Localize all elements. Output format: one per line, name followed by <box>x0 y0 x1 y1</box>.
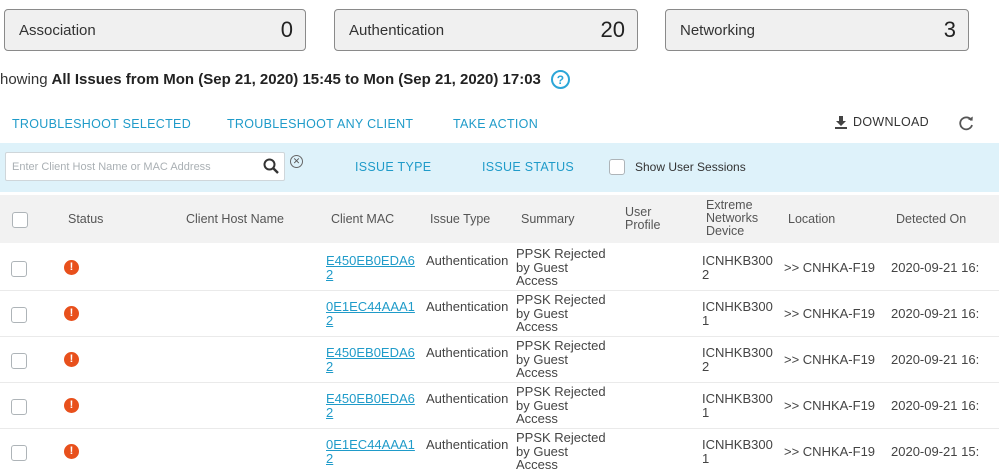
location: >> CNHKA-F19 <box>784 306 876 321</box>
take-action-button[interactable]: TAKE ACTION <box>453 117 538 131</box>
select-all-checkbox[interactable] <box>12 212 28 228</box>
summary: PPSK Rejected by Guest Access <box>516 384 606 426</box>
card-label: Association <box>19 21 96 39</box>
detected-on: 2020-09-21 16: <box>891 306 980 321</box>
col-location[interactable]: Location <box>788 213 835 226</box>
warning-icon: ! <box>64 260 79 275</box>
row-checkbox[interactable] <box>11 307 27 323</box>
show-sessions-label: Show User Sessions <box>635 160 746 174</box>
detected-on: 2020-09-21 16: <box>891 398 980 413</box>
time-range: howing All Issues from Mon (Sep 21, 2020… <box>0 70 570 89</box>
location: >> CNHKA-F19 <box>784 398 876 413</box>
col-device[interactable]: Extreme Networks Device <box>706 199 768 238</box>
col-summary[interactable]: Summary <box>521 213 574 226</box>
search-box <box>5 152 285 181</box>
row-checkbox[interactable] <box>11 353 27 369</box>
issue-type: Authentication <box>426 437 509 452</box>
summary: PPSK Rejected by Guest Access <box>516 292 606 334</box>
warning-icon: ! <box>64 444 79 459</box>
download-icon <box>835 116 847 129</box>
summary: PPSK Rejected by Guest Access <box>516 246 606 288</box>
issue-type: Authentication <box>426 345 509 360</box>
card-association[interactable]: Association 0 <box>4 9 306 51</box>
row-checkbox[interactable] <box>11 445 27 461</box>
col-status[interactable]: Status <box>68 213 103 226</box>
range-prefix: howing <box>0 71 48 88</box>
location: >> CNHKA-F19 <box>784 260 876 275</box>
clear-icon[interactable]: ✕ <box>290 155 303 168</box>
search-icon[interactable] <box>262 157 280 175</box>
client-mac-link[interactable]: 0E1EC44AAA12 <box>326 300 418 327</box>
table-header: Status Client Host Name Client MAC Issue… <box>0 195 999 243</box>
table-row[interactable]: ! 0E1EC44AAA12 Authentication PPSK Rejec… <box>0 291 999 337</box>
client-mac-link[interactable]: E450EB0EDA62 <box>326 392 418 419</box>
row-checkbox[interactable] <box>11 399 27 415</box>
col-client-mac[interactable]: Client MAC <box>331 213 394 226</box>
table-row[interactable]: ! E450EB0EDA62 Authentication PPSK Rejec… <box>0 383 999 429</box>
table-row[interactable]: ! E450EB0EDA62 Authentication PPSK Rejec… <box>0 337 999 383</box>
range-text: All Issues from Mon (Sep 21, 2020) 15:45… <box>51 71 541 88</box>
client-mac-link[interactable]: E450EB0EDA62 <box>326 346 418 373</box>
summary: PPSK Rejected by Guest Access <box>516 430 606 469</box>
location: >> CNHKA-F19 <box>784 444 876 459</box>
troubleshoot-any-client-button[interactable]: TROUBLESHOOT ANY CLIENT <box>227 117 413 131</box>
device: ICNHKB3001 <box>702 391 773 420</box>
col-issue-type[interactable]: Issue Type <box>430 213 490 226</box>
card-label: Networking <box>680 21 756 39</box>
show-user-sessions[interactable]: Show User Sessions <box>609 159 746 175</box>
issue-type: Authentication <box>426 253 509 268</box>
filter-bar: ✕ ISSUE TYPE ISSUE STATUS Show User Sess… <box>0 143 999 192</box>
issue-type-filter[interactable]: ISSUE TYPE <box>355 160 431 174</box>
client-mac-link[interactable]: E450EB0EDA62 <box>326 254 418 281</box>
show-sessions-checkbox[interactable] <box>609 159 625 175</box>
troubleshoot-selected-button[interactable]: TROUBLESHOOT SELECTED <box>12 117 191 131</box>
issue-type: Authentication <box>426 391 509 406</box>
detected-on: 2020-09-21 15: <box>891 444 980 459</box>
table-row[interactable]: ! E450EB0EDA62 Authentication PPSK Rejec… <box>0 245 999 291</box>
device: ICNHKB3001 <box>702 437 773 466</box>
warning-icon: ! <box>64 398 79 413</box>
location: >> CNHKA-F19 <box>784 352 876 367</box>
download-label: DOWNLOAD <box>853 115 930 129</box>
card-count: 20 <box>600 17 625 42</box>
table-row[interactable]: ! 0E1EC44AAA12 Authentication PPSK Rejec… <box>0 429 999 469</box>
summary: PPSK Rejected by Guest Access <box>516 338 606 380</box>
warning-icon: ! <box>64 352 79 367</box>
device: ICNHKB3001 <box>702 299 773 328</box>
device: ICNHKB3002 <box>702 345 773 374</box>
refresh-icon[interactable] <box>957 114 975 132</box>
help-icon[interactable]: ? <box>550 70 570 89</box>
download-button[interactable]: DOWNLOAD <box>834 115 929 129</box>
col-host-name[interactable]: Client Host Name <box>186 213 284 226</box>
device: ICNHKB3002 <box>702 253 773 282</box>
detected-on: 2020-09-21 16: <box>891 352 980 367</box>
card-count: 0 <box>280 17 293 42</box>
row-checkbox[interactable] <box>11 261 27 277</box>
col-user-profile[interactable]: User Profile <box>625 206 671 232</box>
issue-type: Authentication <box>426 299 509 314</box>
card-label: Authentication <box>349 21 445 39</box>
client-mac-link[interactable]: 0E1EC44AAA12 <box>326 438 418 465</box>
card-networking[interactable]: Networking 3 <box>665 9 969 51</box>
card-authentication[interactable]: Authentication 20 <box>334 9 638 51</box>
detected-on: 2020-09-21 16: <box>891 260 980 275</box>
col-detected-on[interactable]: Detected On <box>896 213 966 226</box>
search-input[interactable] <box>6 153 256 180</box>
card-count: 3 <box>943 17 956 42</box>
warning-icon: ! <box>64 306 79 321</box>
issue-status-filter[interactable]: ISSUE STATUS <box>482 160 574 174</box>
